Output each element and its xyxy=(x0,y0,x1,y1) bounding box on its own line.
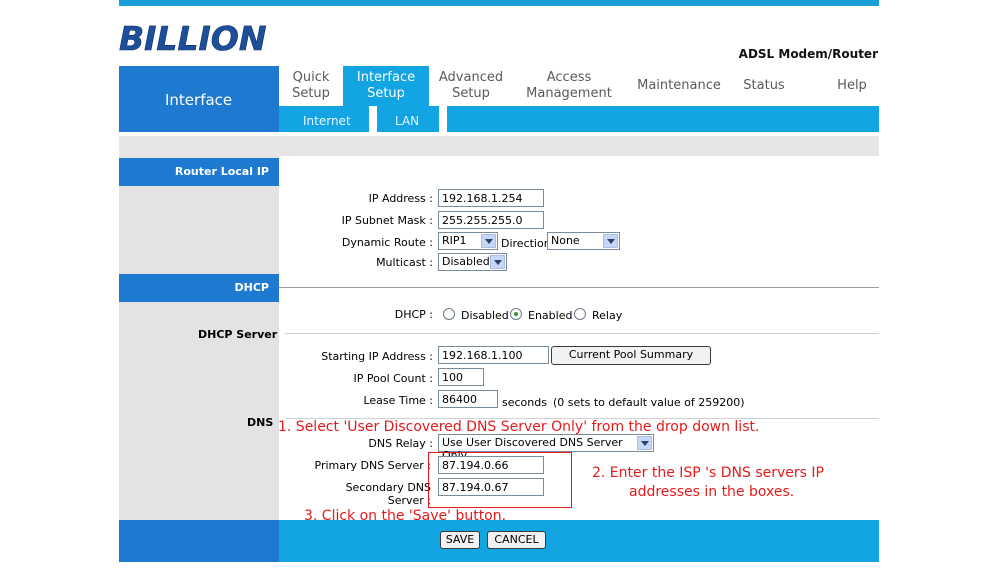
tab-advanced-setup[interactable]: Advanced Setup xyxy=(429,70,513,102)
start-ip-input[interactable] xyxy=(438,346,549,364)
router-local-ip-header: Router Local IP xyxy=(119,158,279,186)
dhcp-enabled-label: Enabled xyxy=(528,309,573,322)
tab-status[interactable]: Status xyxy=(733,78,795,94)
multicast-select[interactable]: Disabled xyxy=(438,253,507,271)
subtab-separator xyxy=(369,106,377,132)
tab-help[interactable]: Help xyxy=(827,78,877,94)
pool-count-input[interactable] xyxy=(438,368,484,386)
tab-interface-setup[interactable]: Interface Setup xyxy=(343,66,429,106)
billion-logo-text: BILLION xyxy=(119,20,266,56)
dhcp-server-label: DHCP Server xyxy=(198,328,278,341)
annotation-step-1: 1. Select 'User Discovered DNS Server On… xyxy=(278,419,760,435)
billion-logo: BILLION xyxy=(119,19,271,59)
grey-band xyxy=(119,136,879,156)
dhcp-relay-label: Relay xyxy=(592,309,623,322)
dns-relay-select[interactable]: Use User Discovered DNS Server Only xyxy=(438,434,654,462)
dhcp-mode-label: DHCP : xyxy=(394,308,433,321)
chevron-down-icon xyxy=(637,436,652,450)
subtab-lan[interactable]: LAN xyxy=(395,114,419,128)
dns-section-label: DNS xyxy=(247,416,274,429)
current-pool-summary-button[interactable]: Current Pool Summary xyxy=(551,346,711,365)
lease-unit: seconds xyxy=(502,396,547,409)
start-ip-label: Starting IP Address : xyxy=(321,350,433,363)
subtab-internet[interactable]: Internet xyxy=(303,114,351,128)
lease-hint: (0 sets to default value of 259200) xyxy=(553,396,745,409)
multicast-label: Multicast : xyxy=(376,256,433,269)
dns-relay-label: DNS Relay : xyxy=(368,437,433,450)
dhcp-relay-radio[interactable] xyxy=(574,308,586,320)
section-title: Interface xyxy=(165,91,233,109)
annotation-highlight-box xyxy=(428,452,572,508)
dynamic-route-label: Dynamic Route : xyxy=(341,236,433,249)
divider xyxy=(279,287,879,288)
secondary-dns-label: Secondary DNS Server : xyxy=(345,481,431,507)
lease-time-input[interactable] xyxy=(438,390,498,408)
tab-maintenance[interactable]: Maintenance xyxy=(625,78,733,94)
main-tabs: Quick Setup Interface Setup Advanced Setup … xyxy=(279,66,879,106)
dhcp-disabled-label: Disabled xyxy=(461,309,509,322)
primary-dns-label: Primary DNS Server : xyxy=(314,459,431,472)
dhcp-enabled-radio[interactable] xyxy=(510,308,522,320)
ip-address-label: IP Address : xyxy=(368,192,433,205)
action-bar-left xyxy=(119,520,279,562)
cancel-button[interactable]: CANCEL xyxy=(487,531,546,549)
dhcp-header: DHCP xyxy=(119,274,279,302)
divider xyxy=(285,333,879,334)
direction-label: Direction xyxy=(501,237,551,250)
sub-tabs: Internet LAN xyxy=(279,106,879,132)
section-title-box: Interface xyxy=(119,66,279,132)
dhcp-disabled-radio[interactable] xyxy=(443,308,455,320)
ip-address-input[interactable] xyxy=(438,189,544,207)
annotation-step-2-line1: 2. Enter the ISP 's DNS servers IP xyxy=(592,465,824,481)
tab-access-management[interactable]: Access Management xyxy=(513,70,625,102)
top-accent-bar xyxy=(119,0,879,6)
annotation-step-2-line2: addresses in the boxes. xyxy=(629,484,795,500)
chevron-down-icon xyxy=(603,234,618,248)
save-button[interactable]: SAVE xyxy=(440,531,480,549)
direction-select[interactable]: None xyxy=(547,232,620,250)
lease-time-label: Lease Time : xyxy=(363,394,433,407)
chevron-down-icon xyxy=(481,234,496,248)
dynamic-route-select[interactable]: RIP1 xyxy=(438,232,498,250)
tab-quick-setup[interactable]: Quick Setup xyxy=(281,70,341,102)
subtab-separator xyxy=(439,106,447,132)
left-column xyxy=(119,156,279,526)
pool-count-label: IP Pool Count : xyxy=(353,372,434,385)
product-name: ADSL Modem/Router xyxy=(738,47,878,61)
subnet-mask-input[interactable] xyxy=(438,211,544,229)
subnet-mask-label: IP Subnet Mask : xyxy=(341,214,433,227)
chevron-down-icon xyxy=(490,255,505,269)
